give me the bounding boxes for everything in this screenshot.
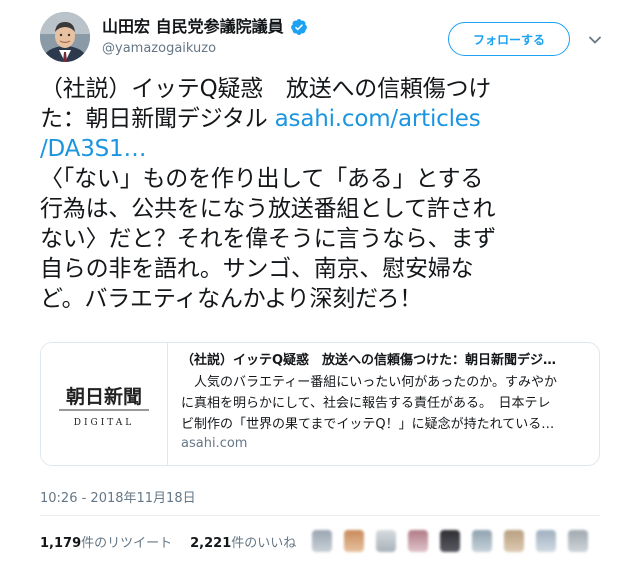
- tweet-text-line: 自らの非を語れ。サンゴ、南京、慰安婦な: [40, 256, 474, 282]
- retweet-stat[interactable]: 1,179件のリツイート: [40, 532, 172, 551]
- divider: [40, 515, 600, 516]
- card-domain: asahi.com: [181, 436, 248, 451]
- card-content: （社説）イッテQ疑惑 放送への信頼傷つけた：朝日新聞デジ… 人気のバラエティー番…: [181, 351, 591, 453]
- user-info: 山田宏 自民党参議院議員 @yamazogaikuzo: [102, 16, 308, 58]
- link-card[interactable]: 朝日新聞 DIGITAL （社説）イッテQ疑惑 放送への信頼傷つけた：朝日新聞デ…: [40, 342, 600, 466]
- logo-text: 朝日新聞: [66, 385, 142, 408]
- asahi-digital-logo: 朝日新聞 DIGITAL: [41, 343, 167, 465]
- chevron-down-icon[interactable]: [588, 32, 602, 46]
- tweet-text-line: ない〉だと？それを偉そうに言うなら、まず: [40, 226, 497, 252]
- tweet-text-line: （社説）イッテQ疑惑 放送への信頼傷つけ: [40, 76, 492, 102]
- timestamp[interactable]: 10:26 - 2018年11月18日: [40, 487, 196, 506]
- follow-button[interactable]: フォローする: [448, 22, 570, 56]
- tweet: 山田宏 自民党参議院議員 @yamazogaikuzo フォローする （社説）イ…: [0, 0, 640, 577]
- tweet-text-line: 行為は、公共をになう放送番組として許され: [40, 196, 496, 222]
- liker-avatar[interactable]: [312, 530, 332, 552]
- tweet-text: （社説）イッテQ疑惑 放送への信頼傷つけ た：朝日新聞デジタル asahi.co…: [40, 74, 610, 314]
- like-stat[interactable]: 2,221件のいいね: [190, 532, 296, 551]
- tweet-text-line: 〈「ない」ものを作り出して「ある」とする: [40, 166, 484, 192]
- tweet-header: 山田宏 自民党参議院議員 @yamazogaikuzo フォローする: [40, 12, 610, 62]
- liker-avatar[interactable]: [440, 530, 460, 552]
- liker-avatar[interactable]: [536, 530, 556, 552]
- liker-avatar[interactable]: [408, 530, 428, 552]
- tweet-text-line: た：朝日新聞デジタル asahi.com/articles: [40, 104, 610, 134]
- logo-subtext: DIGITAL: [74, 418, 135, 428]
- card-description-line: に真相を明らかにして、社会に報告する責任がある。 日本テレ: [181, 396, 551, 411]
- article-link[interactable]: asahi.com/articles: [275, 106, 481, 132]
- handle[interactable]: @yamazogaikuzo: [102, 40, 308, 58]
- liker-avatar[interactable]: [568, 530, 588, 552]
- liker-avatar[interactable]: [376, 530, 396, 552]
- retweet-label: 件のリツイート: [81, 536, 173, 551]
- liker-avatar[interactable]: [472, 530, 492, 552]
- liker-avatar[interactable]: [344, 530, 364, 552]
- like-count: 2,221: [190, 536, 232, 551]
- avatar-image: [40, 12, 90, 62]
- tweet-text-line: /DA3S1…: [40, 134, 610, 164]
- card-description-line: 人気のバラエティー番組にいったい何があったのか。すみやか: [181, 375, 557, 390]
- tweet-text-line: ど。バラエティなんかより深刻だろ！: [40, 286, 423, 312]
- tweet-text-segment: た：朝日新聞デジタル: [40, 106, 275, 132]
- display-name[interactable]: 山田宏 自民党参議院議員: [102, 16, 284, 38]
- card-thumbnail: 朝日新聞 DIGITAL: [41, 343, 168, 465]
- card-description: 人気のバラエティー番組にいったい何があったのか。すみやか に真相を明らかにして、…: [181, 372, 591, 435]
- name-row: 山田宏 自民党参議院議員: [102, 16, 308, 38]
- liker-avatar[interactable]: [504, 530, 524, 552]
- verified-icon: [290, 18, 308, 36]
- like-label: 件のいいね: [231, 536, 297, 551]
- liker-avatars: [312, 530, 602, 552]
- retweet-count: 1,179: [40, 536, 82, 551]
- avatar[interactable]: [40, 12, 90, 62]
- card-description-line: ビ制作の「世界の果てまでイッテQ！」に疑念が持たれている…: [181, 417, 555, 432]
- article-link-continued[interactable]: /DA3S1…: [40, 136, 146, 162]
- card-title: （社説）イッテQ疑惑 放送への信頼傷つけた：朝日新聞デジ…: [181, 353, 557, 368]
- tweet-stats: 1,179件のリツイート 2,221件のいいね: [40, 532, 314, 551]
